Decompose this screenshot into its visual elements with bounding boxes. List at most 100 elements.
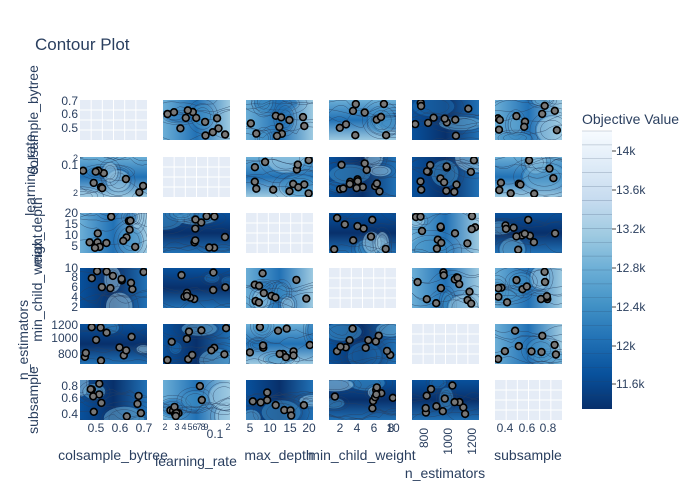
trial-point — [540, 277, 550, 287]
trial-point — [538, 331, 547, 340]
trial-point — [522, 282, 531, 291]
x-tick-label: 0.4 — [497, 421, 514, 435]
y-tick-label: 0.5 — [61, 121, 78, 135]
trial-point — [220, 350, 229, 359]
trial-point — [163, 109, 172, 119]
trial-point — [512, 111, 521, 121]
trial-point — [495, 125, 504, 134]
trial-point — [271, 293, 280, 302]
trial-point — [495, 283, 503, 293]
trial-point — [209, 268, 218, 277]
trial-point — [330, 392, 340, 401]
trial-point — [117, 274, 126, 284]
trial-point — [246, 348, 255, 357]
trial-point — [372, 383, 381, 392]
trial-point — [337, 160, 346, 170]
colorbar-tick-label: 13.2k — [616, 222, 646, 236]
trial-point — [542, 292, 552, 301]
trial-point — [467, 213, 477, 221]
trial-point — [271, 400, 280, 410]
trial-point — [287, 411, 296, 420]
contour-cell-n_estimators-vs-max_depth — [246, 324, 313, 364]
trial-point — [452, 180, 461, 189]
trial-point — [388, 393, 396, 402]
trial-point — [336, 342, 345, 351]
trial-point — [108, 271, 118, 281]
contour-cell-subsample-vs-n_estimators — [412, 380, 479, 420]
colorbar-tick-label: 12k — [616, 339, 636, 353]
x-axis-title-learning_rate: learning_rate — [155, 453, 237, 469]
y-axis-title-subsample: subsample — [25, 366, 41, 434]
trial-point — [252, 184, 261, 193]
trial-point — [182, 334, 192, 344]
contour-cell-learning_rate-vs-n_estimators — [412, 157, 479, 197]
trial-point — [451, 131, 461, 140]
trial-point — [381, 131, 391, 140]
trial-point — [220, 130, 230, 139]
trial-point — [450, 187, 459, 197]
trial-point — [97, 184, 107, 193]
x-tick-label: 3 — [174, 422, 179, 432]
trial-point — [340, 220, 349, 229]
trial-point — [372, 179, 382, 188]
contour-cell-min_child_weight-vs-min_child_weight — [329, 268, 396, 308]
trial-point — [540, 268, 549, 277]
trial-point — [135, 188, 144, 197]
trial-point — [551, 350, 561, 359]
x-tick-label: 10 — [263, 421, 277, 435]
trial-point — [540, 101, 549, 111]
trial-point — [305, 340, 313, 350]
trial-point — [87, 324, 96, 332]
contour-cell-n_estimators-vs-min_child_weight — [329, 324, 396, 364]
trial-point — [353, 221, 362, 231]
trial-point — [465, 287, 474, 296]
contour-cell-subsample-vs-min_child_weight — [329, 380, 396, 420]
colorbar-tick-label: 12.4k — [616, 300, 646, 314]
x-tick-label: 15 — [283, 421, 297, 435]
contour-cell-colsample_bytree-vs-colsample_bytree — [80, 100, 147, 140]
trial-point — [298, 112, 308, 122]
x-tick-label: 0.5 — [88, 421, 105, 435]
trial-point — [125, 225, 134, 234]
trial-point — [432, 402, 441, 411]
trial-point — [450, 397, 459, 407]
trial-point — [376, 112, 386, 122]
contour-cell-max_depth-vs-subsample — [495, 213, 562, 253]
trial-point — [426, 384, 436, 394]
trial-point — [426, 160, 435, 170]
trial-point — [115, 343, 124, 352]
trial-point — [436, 222, 445, 231]
trial-point — [127, 332, 136, 341]
trial-point — [292, 275, 301, 285]
trial-point — [181, 113, 191, 123]
trial-point — [254, 298, 264, 307]
trial-point — [375, 187, 384, 196]
chart-title: Contour Plot — [35, 35, 130, 54]
trial-point — [413, 277, 422, 287]
trial-point — [248, 397, 258, 406]
trial-point — [442, 162, 451, 171]
trial-point — [382, 346, 392, 356]
trial-point — [361, 343, 370, 352]
trial-point — [371, 337, 380, 346]
trial-point — [214, 124, 223, 133]
contour-cell-learning_rate-vs-min_child_weight — [329, 157, 396, 197]
trial-point — [416, 177, 425, 186]
trial-point — [255, 324, 265, 332]
colorbar-title: Objective Value — [582, 111, 679, 127]
x-tick-label: 4 — [181, 422, 186, 432]
trial-point — [285, 115, 294, 125]
trial-point — [360, 108, 369, 117]
trial-point — [453, 273, 462, 282]
trial-point — [524, 157, 534, 165]
trial-point — [136, 408, 146, 418]
trial-point — [537, 109, 547, 119]
trial-point — [92, 268, 102, 276]
trial-point — [416, 213, 425, 221]
colorbar-tick-label: 11.6k — [616, 377, 645, 391]
trial-point — [126, 278, 136, 287]
trial-point — [221, 324, 230, 333]
trial-point — [259, 288, 268, 298]
trial-point — [138, 181, 147, 191]
x-tick-label: 2 — [225, 422, 230, 432]
